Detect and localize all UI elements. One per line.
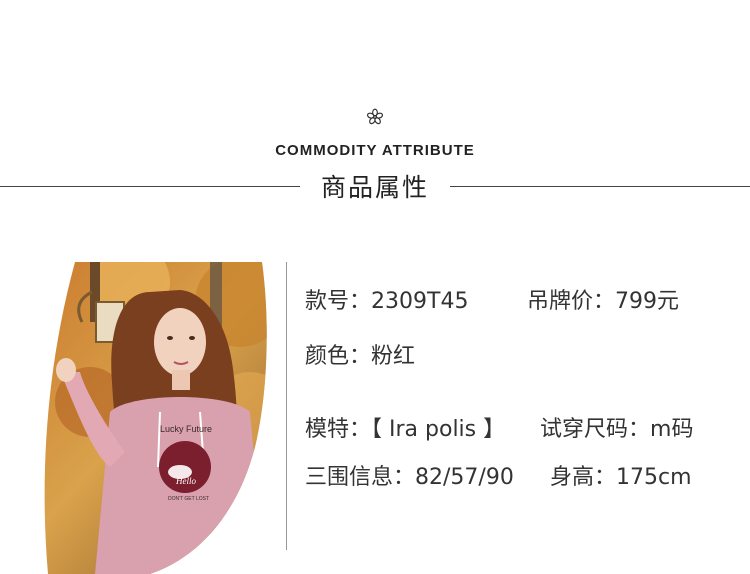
attr-measurements-label: 三围信息： [305,465,416,490]
attr-color: 颜色：粉红 [305,338,415,370]
title-divider-left [0,186,300,187]
attr-style-no-label: 款号： [305,289,372,314]
attr-model: 模特：【 Ira polis 】 [305,411,505,443]
attr-model-value: 【 Ira polis 】 [371,417,506,442]
attr-size-value: m码 [650,417,694,442]
vertical-divider [286,262,287,550]
hoodie-print-top: Lucky Future [160,424,212,434]
attr-measurements: 三围信息：82/57/90 [305,459,514,491]
hoodie-print-bottom: DON'T GET LOST [168,496,209,502]
attr-size: 试穿尺码：m码 [540,411,693,443]
title-divider-right [450,186,750,187]
attr-price-label: 吊牌价： [527,289,616,314]
attr-color-label: 颜色： [305,344,372,369]
section-subtitle-en: COMMODITY ATTRIBUTE [275,142,475,159]
attr-color-value: 粉红 [371,344,416,369]
attr-height: 身高：175cm [550,459,692,491]
flower-icon [366,108,384,125]
attr-measurements-value: 82/57/90 [415,465,514,490]
product-photo: Lucky Future Hello DON'T GET LOST [0,262,275,574]
attr-price: 吊牌价：799元 [527,283,679,315]
attr-price-value: 799元 [615,289,680,314]
attr-style-no-value: 2309T45 [371,289,469,314]
attr-height-label: 身高： [550,465,617,490]
attr-height-value: 175cm [616,465,692,490]
attr-style-no: 款号：2309T45 [305,283,468,315]
section-title: 商品属性 [320,173,429,202]
attr-model-label: 模特： [305,417,372,442]
attr-size-label: 试穿尺码： [540,417,651,442]
hoodie-print-sign: Hello [175,476,196,486]
